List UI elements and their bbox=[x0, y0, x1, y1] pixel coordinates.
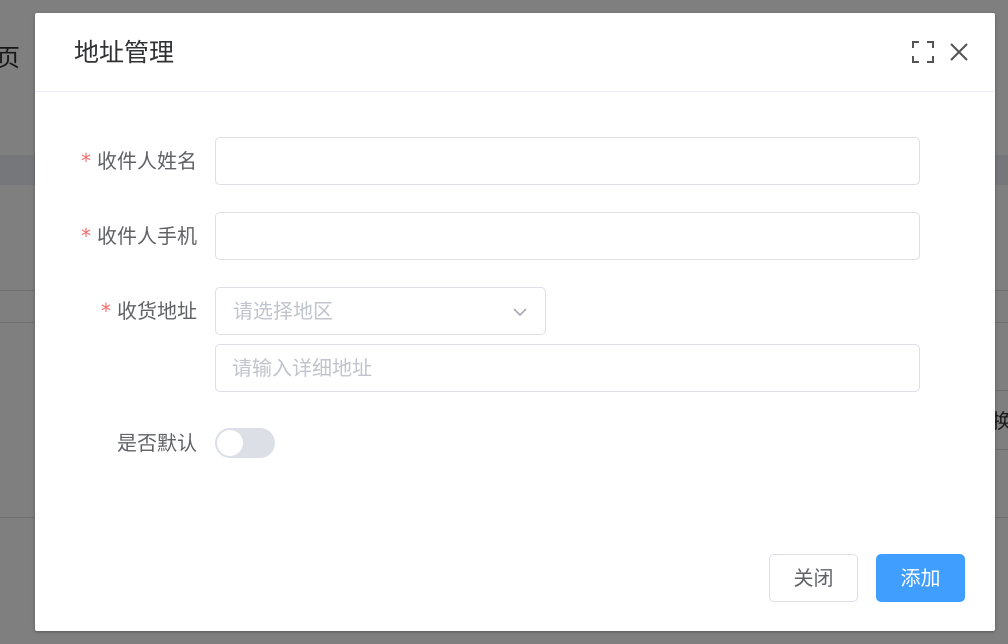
default-label: 是否默认 bbox=[117, 431, 197, 455]
region-select-placeholder: 请选择地区 bbox=[233, 299, 333, 323]
address-detail-input[interactable] bbox=[215, 344, 920, 392]
switch-knob bbox=[217, 430, 243, 456]
address-dialog: 地址管理 * 收件人姓名 * 收件人手机 * 收货地址 请选择地区 请输入详细地… bbox=[35, 13, 995, 631]
recipient-name-input[interactable] bbox=[215, 137, 920, 185]
chevron-down-icon bbox=[511, 303, 529, 321]
required-mark: * bbox=[101, 299, 111, 323]
phone-label: * 收件人手机 bbox=[81, 212, 197, 260]
dialog-title: 地址管理 bbox=[74, 38, 175, 67]
required-mark: * bbox=[81, 224, 91, 248]
required-mark: * bbox=[81, 149, 91, 173]
close-button[interactable]: 关闭 bbox=[769, 554, 858, 602]
add-button[interactable]: 添加 bbox=[876, 554, 965, 602]
phone-label-text: 收件人手机 bbox=[97, 224, 197, 248]
default-address-switch[interactable] bbox=[215, 428, 275, 458]
region-select[interactable]: 请选择地区 bbox=[215, 287, 546, 335]
close-icon[interactable] bbox=[948, 41, 970, 63]
dialog-header: 地址管理 bbox=[35, 13, 995, 92]
fullscreen-icon[interactable] bbox=[912, 41, 934, 63]
name-label: * 收件人姓名 bbox=[81, 137, 197, 185]
address-label: * 收货地址 bbox=[101, 287, 197, 335]
recipient-phone-input[interactable] bbox=[215, 212, 920, 260]
name-label-text: 收件人姓名 bbox=[97, 149, 197, 173]
address-label-text: 收货地址 bbox=[117, 299, 197, 323]
